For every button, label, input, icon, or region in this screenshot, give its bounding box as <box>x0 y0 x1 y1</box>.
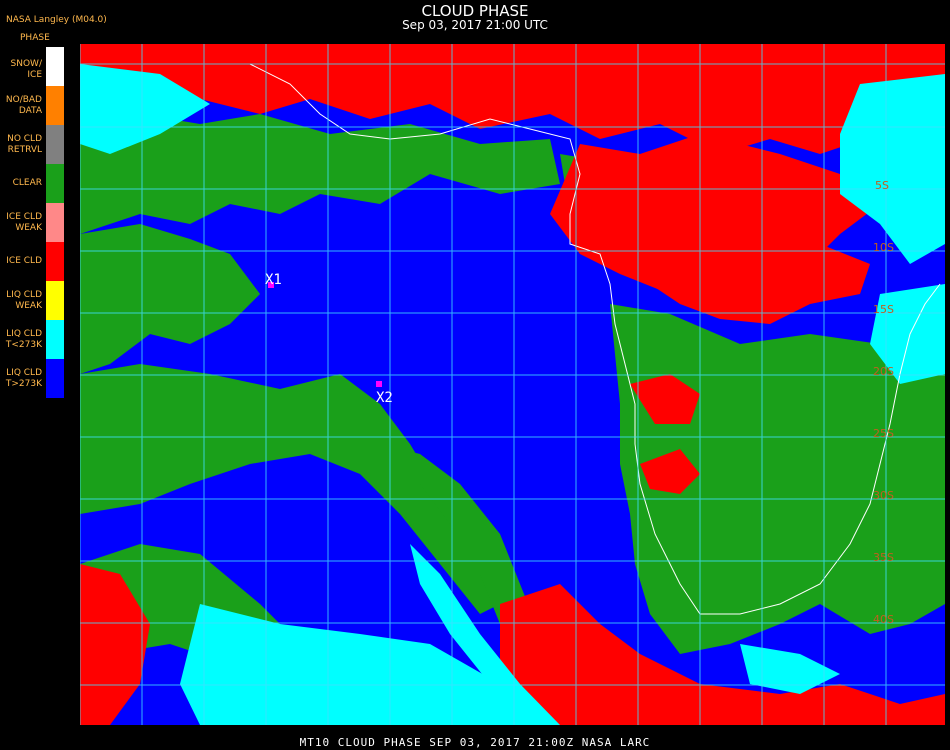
legend-label: ICE CLD <box>6 256 42 266</box>
lat-label: 35S <box>873 551 894 564</box>
legend-item-snow-ice: SNOW/ ICE <box>0 47 66 86</box>
legend-label: NO/BAD DATA <box>5 95 42 116</box>
lat-label: 10S <box>873 241 894 254</box>
legend-label: LIQ CLD T<273K <box>5 329 42 350</box>
legend-swatch <box>46 242 64 281</box>
legend-item-liq-cld-cold: LIQ CLD T<273K <box>0 320 66 359</box>
legend: SNOW/ ICE NO/BAD DATA NO CLD RETRVL CLEA… <box>0 47 66 398</box>
legend-item-liq-cld-weak: LIQ CLD WEAK <box>0 281 66 320</box>
legend-label: NO CLD RETRVL <box>7 134 42 155</box>
map-canvas: 5S 10S 15S 20S 25S 30S 35S 40S X1 X2 <box>79 44 945 725</box>
timestamp: Sep 03, 2017 21:00 UTC <box>402 18 548 32</box>
marker-x1[interactable]: X1 <box>265 272 282 288</box>
legend-swatch <box>46 47 64 86</box>
lat-label: 40S <box>873 613 894 626</box>
legend-label: CLEAR <box>12 178 42 188</box>
provider-label: NASA Langley (M04.0) <box>6 15 107 25</box>
legend-item-ice-cld: ICE CLD <box>0 242 66 281</box>
lat-label: 20S <box>873 365 894 378</box>
legend-swatch <box>46 86 64 125</box>
legend-swatch <box>46 320 64 359</box>
legend-item-clear: CLEAR <box>0 164 66 203</box>
legend-swatch <box>46 164 64 203</box>
lat-label: 5S <box>875 179 889 192</box>
marker-dot <box>376 381 382 387</box>
legend-label: LIQ CLD WEAK <box>6 290 42 311</box>
legend-swatch <box>46 281 64 320</box>
legend-item-liq-cld-warm: LIQ CLD T>273K <box>0 359 66 398</box>
legend-item-no-bad-data: NO/BAD DATA <box>0 86 66 125</box>
legend-swatch <box>46 125 64 164</box>
lat-label: 30S <box>873 489 894 502</box>
lat-label: 25S <box>873 427 894 440</box>
footer-caption: MT10 CLOUD PHASE SEP 03, 2017 21:00Z NAS… <box>299 736 651 749</box>
legend-label: SNOW/ ICE <box>10 59 42 80</box>
marker-label: X1 <box>265 272 282 288</box>
legend-title: PHASE <box>20 33 50 43</box>
lat-label: 15S <box>873 303 894 316</box>
legend-label: LIQ CLD T>273K <box>5 368 42 389</box>
legend-swatch <box>46 359 64 398</box>
legend-swatch <box>46 203 64 242</box>
marker-label: X2 <box>376 390 393 406</box>
legend-item-ice-cld-weak: ICE CLD WEAK <box>0 203 66 242</box>
legend-item-no-cld-retrvl: NO CLD RETRVL <box>0 125 66 164</box>
cloud-phase-map: 5S 10S 15S 20S 25S 30S 35S 40S X1 X2 <box>79 44 945 725</box>
legend-label: ICE CLD WEAK <box>6 212 42 233</box>
